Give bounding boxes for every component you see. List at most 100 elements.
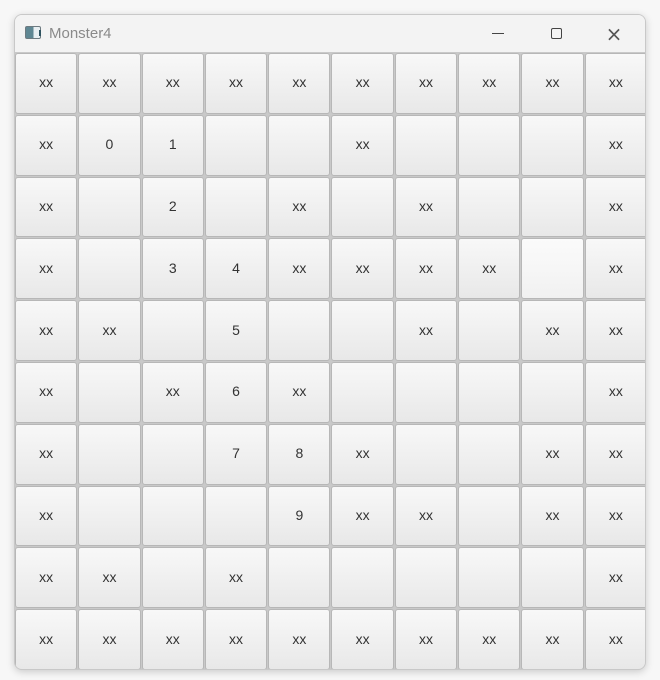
grid-button-r9-c9[interactable]: xx xyxy=(584,609,645,669)
grid-button-r2-c9[interactable]: xx xyxy=(584,176,645,238)
grid-button-r8-c6[interactable] xyxy=(394,547,458,609)
grid-button-r5-c3[interactable]: 6 xyxy=(204,361,268,423)
grid-button-r8-c0[interactable]: xx xyxy=(15,547,78,609)
grid-button-r1-c8[interactable] xyxy=(521,114,584,176)
close-button[interactable]: × xyxy=(591,15,637,52)
grid-button-r0-c2[interactable]: xx xyxy=(141,53,204,114)
grid-button-r9-c8[interactable]: xx xyxy=(521,609,584,669)
grid-button-r7-c3[interactable] xyxy=(204,485,268,547)
grid-button-r1-c1[interactable]: 0 xyxy=(78,114,141,176)
grid-button-r9-c6[interactable]: xx xyxy=(394,609,458,669)
grid-button-r2-c2[interactable]: 2 xyxy=(141,176,204,238)
grid-button-r6-c1[interactable] xyxy=(78,423,141,485)
grid-button-r7-c6[interactable]: xx xyxy=(394,485,458,547)
grid-button-r4-c0[interactable]: xx xyxy=(15,300,78,361)
grid-button-r5-c6[interactable] xyxy=(394,361,458,423)
grid-button-r4-c4[interactable] xyxy=(268,300,331,361)
grid-button-r7-c7[interactable] xyxy=(458,485,521,547)
grid-button-r5-c7[interactable] xyxy=(458,361,521,423)
grid-button-r3-c6[interactable]: xx xyxy=(394,238,458,300)
grid-button-r9-c1[interactable]: xx xyxy=(78,609,141,669)
grid-button-r4-c5[interactable] xyxy=(331,300,394,361)
grid-button-r7-c8[interactable]: xx xyxy=(521,485,584,547)
grid-button-r2-c4[interactable]: xx xyxy=(268,176,331,238)
grid-button-r8-c2[interactable] xyxy=(141,547,204,609)
grid-button-r1-c6[interactable] xyxy=(394,114,458,176)
grid-button-r6-c0[interactable]: xx xyxy=(15,423,78,485)
grid-button-r4-c7[interactable] xyxy=(458,300,521,361)
grid-button-r8-c4[interactable] xyxy=(268,547,331,609)
grid-button-r4-c9[interactable]: xx xyxy=(584,300,645,361)
grid-button-r4-c1[interactable]: xx xyxy=(78,300,141,361)
grid-button-r9-c3[interactable]: xx xyxy=(204,609,268,669)
grid-button-r2-c1[interactable] xyxy=(78,176,141,238)
grid-button-r6-c9[interactable]: xx xyxy=(584,423,645,485)
maximize-button[interactable] xyxy=(533,15,579,52)
grid-button-r5-c0[interactable]: xx xyxy=(15,361,78,423)
grid-button-r0-c4[interactable]: xx xyxy=(268,53,331,114)
grid-button-r2-c6[interactable]: xx xyxy=(394,176,458,238)
grid-button-r8-c5[interactable] xyxy=(331,547,394,609)
grid-button-r1-c9[interactable]: xx xyxy=(584,114,645,176)
grid-button-r9-c7[interactable]: xx xyxy=(458,609,521,669)
grid-button-r8-c1[interactable]: xx xyxy=(78,547,141,609)
grid-button-r3-c8[interactable] xyxy=(521,238,584,300)
grid-button-r2-c3[interactable] xyxy=(204,176,268,238)
grid-button-r0-c1[interactable]: xx xyxy=(78,53,141,114)
grid-button-r3-c0[interactable]: xx xyxy=(15,238,78,300)
grid-button-r3-c7[interactable]: xx xyxy=(458,238,521,300)
grid-button-r8-c7[interactable] xyxy=(458,547,521,609)
grid-button-r6-c8[interactable]: xx xyxy=(521,423,584,485)
grid-button-r2-c8[interactable] xyxy=(521,176,584,238)
grid-button-r5-c1[interactable] xyxy=(78,361,141,423)
grid-button-r6-c7[interactable] xyxy=(458,423,521,485)
grid-button-r9-c4[interactable]: xx xyxy=(268,609,331,669)
grid-button-r4-c8[interactable]: xx xyxy=(521,300,584,361)
grid-button-r1-c0[interactable]: xx xyxy=(15,114,78,176)
grid-button-r7-c2[interactable] xyxy=(141,485,204,547)
grid-button-r5-c4[interactable]: xx xyxy=(268,361,331,423)
grid-button-r8-c8[interactable] xyxy=(521,547,584,609)
grid-button-r3-c5[interactable]: xx xyxy=(331,238,394,300)
grid-button-r3-c2[interactable]: 3 xyxy=(141,238,204,300)
grid-button-r1-c5[interactable]: xx xyxy=(331,114,394,176)
grid-button-r3-c4[interactable]: xx xyxy=(268,238,331,300)
grid-button-r6-c4[interactable]: 8 xyxy=(268,423,331,485)
grid-button-r7-c4[interactable]: 9 xyxy=(268,485,331,547)
title-bar[interactable]: Monster4 × xyxy=(15,15,645,52)
grid-button-r5-c8[interactable] xyxy=(521,361,584,423)
grid-button-r1-c2[interactable]: 1 xyxy=(141,114,204,176)
grid-button-r7-c0[interactable]: xx xyxy=(15,485,78,547)
grid-button-r6-c6[interactable] xyxy=(394,423,458,485)
grid-button-r1-c7[interactable] xyxy=(458,114,521,176)
grid-button-r7-c9[interactable]: xx xyxy=(584,485,645,547)
grid-button-r0-c6[interactable]: xx xyxy=(394,53,458,114)
grid-button-r1-c4[interactable] xyxy=(268,114,331,176)
grid-button-r2-c7[interactable] xyxy=(458,176,521,238)
grid-button-r0-c3[interactable]: xx xyxy=(204,53,268,114)
grid-button-r8-c9[interactable]: xx xyxy=(584,547,645,609)
grid-button-r4-c2[interactable] xyxy=(141,300,204,361)
grid-button-r3-c1[interactable] xyxy=(78,238,141,300)
grid-button-r5-c9[interactable]: xx xyxy=(584,361,645,423)
grid-button-r0-c8[interactable]: xx xyxy=(521,53,584,114)
grid-button-r5-c5[interactable] xyxy=(331,361,394,423)
grid-button-r8-c3[interactable]: xx xyxy=(204,547,268,609)
grid-button-r3-c9[interactable]: xx xyxy=(584,238,645,300)
grid-button-r0-c0[interactable]: xx xyxy=(15,53,78,114)
minimize-button[interactable] xyxy=(475,15,521,52)
grid-button-r7-c1[interactable] xyxy=(78,485,141,547)
grid-button-r1-c3[interactable] xyxy=(204,114,268,176)
grid-button-r4-c6[interactable]: xx xyxy=(394,300,458,361)
grid-button-r4-c3[interactable]: 5 xyxy=(204,300,268,361)
grid-button-r3-c3[interactable]: 4 xyxy=(204,238,268,300)
grid-button-r7-c5[interactable]: xx xyxy=(331,485,394,547)
grid-button-r5-c2[interactable]: xx xyxy=(141,361,204,423)
grid-button-r9-c0[interactable]: xx xyxy=(15,609,78,669)
grid-button-r2-c0[interactable]: xx xyxy=(15,176,78,238)
grid-button-r0-c9[interactable]: xx xyxy=(584,53,645,114)
grid-button-r6-c3[interactable]: 7 xyxy=(204,423,268,485)
grid-button-r0-c7[interactable]: xx xyxy=(458,53,521,114)
grid-button-r2-c5[interactable] xyxy=(331,176,394,238)
grid-button-r6-c2[interactable] xyxy=(141,423,204,485)
